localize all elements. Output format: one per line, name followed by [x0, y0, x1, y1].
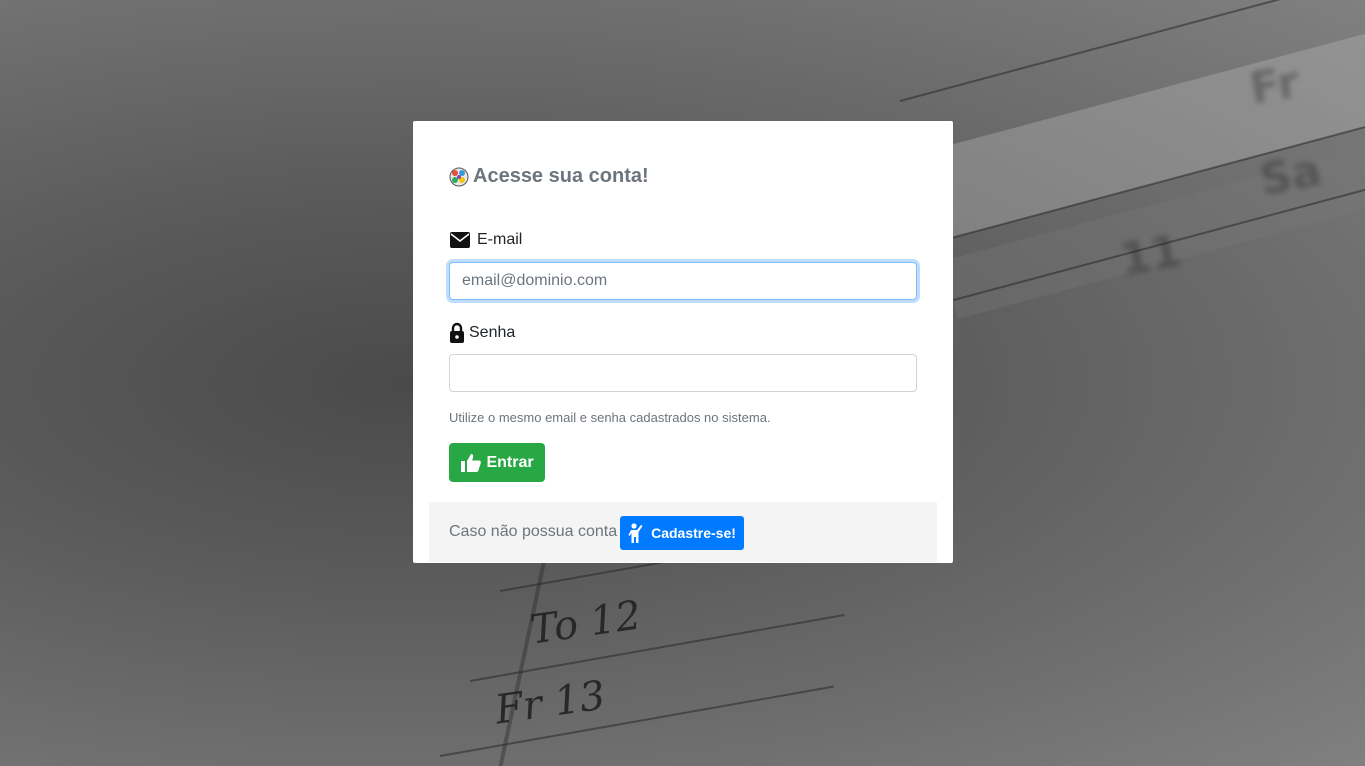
- bg-stripe: [498, 562, 546, 766]
- password-label-row: Senha: [449, 322, 515, 344]
- envelope-icon: [449, 231, 471, 249]
- login-card: Acesse sua conta! E-mail Senha: [413, 121, 953, 563]
- bg-blur-text: Sa: [1256, 145, 1326, 206]
- person-waving-icon: [628, 522, 646, 544]
- bg-blur-text: 11: [1116, 225, 1186, 286]
- card-header: Acesse sua conta!: [449, 165, 649, 188]
- email-input[interactable]: [449, 262, 917, 300]
- password-input[interactable]: [449, 354, 917, 392]
- help-text: Utilize o mesmo email e senha cadastrado…: [449, 410, 771, 425]
- signup-button[interactable]: Cadastre-se!: [620, 516, 744, 550]
- email-label: E-mail: [477, 231, 523, 248]
- bg-blur-text: Fr: [1245, 56, 1304, 115]
- login-button[interactable]: Entrar: [449, 443, 545, 482]
- colorful-grid-logo-icon: [449, 167, 469, 187]
- email-label-row: E-mail: [449, 231, 522, 249]
- card-footer: Caso não possua conta Cadastre-se!: [429, 502, 937, 562]
- signup-button-label: Cadastre-se!: [651, 525, 736, 541]
- page-title: Acesse sua conta!: [473, 165, 649, 187]
- thumbs-up-icon: [460, 453, 482, 473]
- login-button-label: Entrar: [486, 453, 534, 471]
- lock-icon: [449, 322, 465, 344]
- footer-text: Caso não possua conta: [449, 523, 618, 540]
- bg-calendar-text-1: To 12: [527, 592, 644, 654]
- password-label: Senha: [469, 324, 516, 341]
- bg-calendar-text-2: Fr 13: [492, 672, 609, 734]
